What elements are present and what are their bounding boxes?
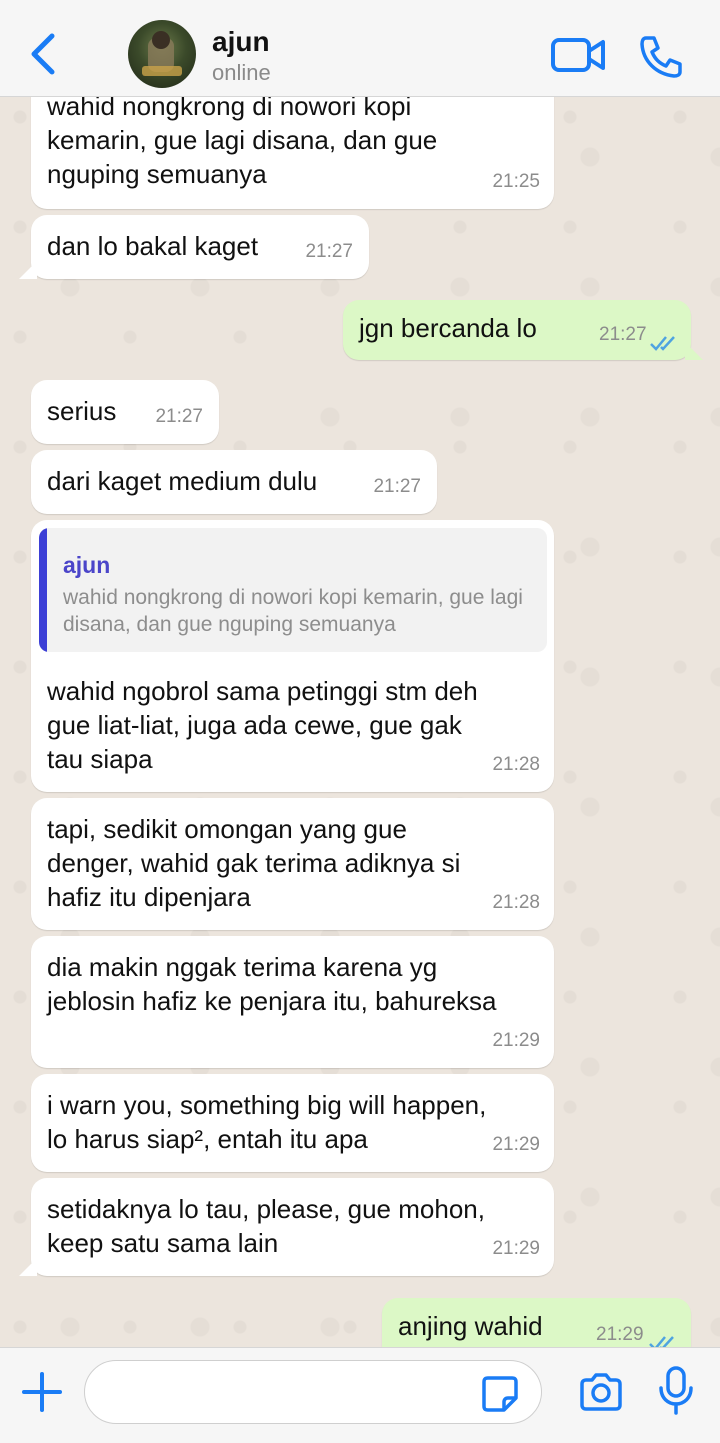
microphone-icon[interactable]	[656, 1366, 696, 1416]
sticker-icon[interactable]	[480, 1374, 520, 1414]
message-text: setidaknya lo tau, please, gue mohon, ke…	[47, 1194, 485, 1258]
message-text: jgn bercanda lo	[359, 313, 537, 343]
message-time: 21:29	[492, 1238, 540, 1259]
message-bubble-incoming[interactable]: i warn you, something big will happen, l…	[31, 1074, 554, 1172]
message-list[interactable]: wahid nongkrong di nowori kopi kemarin, …	[0, 97, 720, 1347]
message-time: 21:25	[492, 171, 540, 192]
message-time: 21:29	[596, 1324, 644, 1345]
message-text: tapi, sedikit omongan yang gue denger, w…	[47, 814, 461, 912]
message-text: serius	[47, 396, 117, 426]
message-time: 21:29	[492, 1030, 540, 1051]
reply-quote-author: ajun	[63, 552, 111, 578]
camera-icon[interactable]	[578, 1372, 624, 1412]
message-bubble-incoming[interactable]: serius 21:27	[31, 380, 219, 444]
contact-status: online	[212, 60, 271, 85]
message-text: dan lo bakal kaget	[47, 231, 259, 261]
message-text: dia makin nggak terima karena yg jeblosi…	[47, 952, 497, 1016]
message-time: 21:28	[492, 892, 540, 913]
message-input[interactable]	[84, 1360, 542, 1424]
message-bubble-incoming[interactable]: setidaknya lo tau, please, gue mohon, ke…	[19, 1178, 554, 1276]
message-text: dari kaget medium dulu	[47, 466, 318, 496]
message-bubble-incoming[interactable]: tapi, sedikit omongan yang gue denger, w…	[31, 798, 554, 930]
message-time: 21:29	[492, 1134, 540, 1155]
reply-quote[interactable]: ajun wahid nongkrong di nowori kopi kema…	[39, 528, 547, 652]
message-text: anjing wahid	[398, 1311, 543, 1341]
message-time: 21:27	[305, 241, 353, 262]
message-bubble-incoming[interactable]: dan lo bakal kaget 21:27	[19, 215, 369, 279]
message-text: wahid ngobrol sama petinggi stm deh gue …	[47, 676, 478, 774]
read-ticks-icon	[649, 1336, 674, 1347]
message-composer	[0, 1347, 720, 1443]
message-time: 21:28	[492, 754, 540, 775]
message-text: wahid nongkrong di nowori kopi kemarin, …	[47, 97, 438, 189]
chat-header: ajun online	[0, 0, 720, 97]
message-time: 21:27	[599, 324, 647, 345]
reply-quote-text: wahid nongkrong di nowori kopi kemarin, …	[63, 586, 523, 636]
message-bubble-incoming[interactable]: dia makin nggak terima karena yg jeblosi…	[31, 936, 554, 1068]
message-bubble-incoming[interactable]: dari kaget medium dulu 21:27	[31, 450, 437, 514]
video-camera-icon[interactable]	[550, 36, 606, 74]
message-bubble-outgoing[interactable]: anjing wahid 21:29	[382, 1298, 691, 1347]
message-bubble-incoming[interactable]: wahid nongkrong di nowori kopi kemarin, …	[31, 97, 554, 209]
contact-name[interactable]: ajun	[212, 26, 270, 58]
chevron-left-icon[interactable]	[28, 32, 58, 76]
read-ticks-icon	[650, 336, 675, 351]
message-bubble-incoming[interactable]: ajun wahid nongkrong di nowori kopi kema…	[31, 520, 554, 792]
phone-icon[interactable]	[638, 34, 684, 78]
message-time: 21:27	[373, 476, 421, 497]
message-bubble-outgoing[interactable]: jgn bercanda lo 21:27	[343, 300, 703, 360]
plus-icon[interactable]	[22, 1372, 62, 1412]
message-text: i warn you, something big will happen, l…	[47, 1090, 487, 1154]
avatar[interactable]	[128, 20, 196, 88]
message-time: 21:27	[155, 406, 203, 427]
